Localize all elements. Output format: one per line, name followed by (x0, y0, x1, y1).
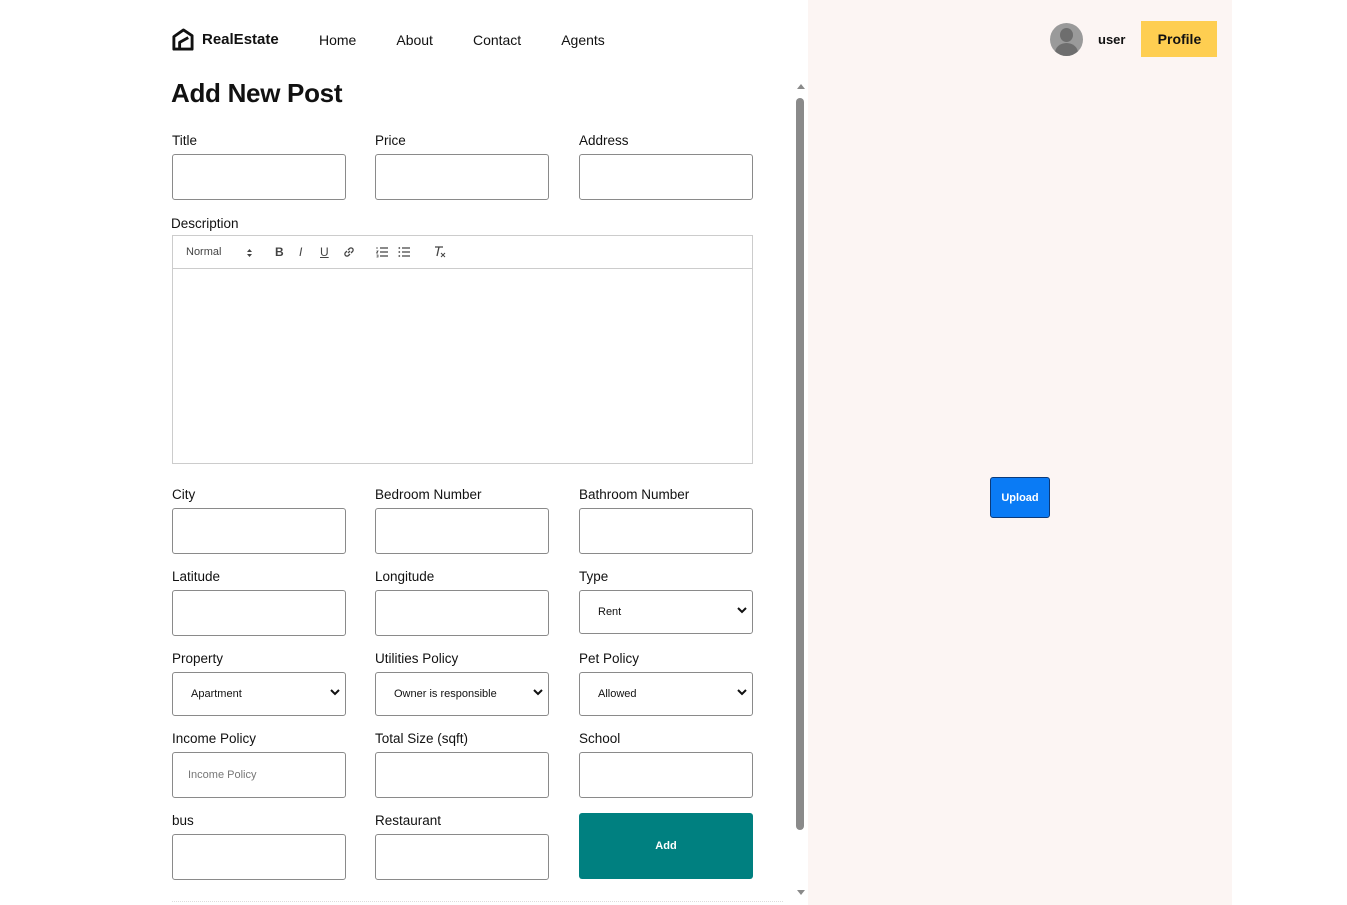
brand-logo[interactable]: RealEstate (171, 28, 279, 51)
school-field-group: School (579, 732, 753, 798)
size-label: Total Size (sqft) (375, 731, 469, 746)
nav-contact-link[interactable]: Contact (473, 32, 521, 48)
brand-name: RealEstate (202, 31, 279, 48)
nav-home-link[interactable]: Home (319, 32, 356, 48)
longitude-field-group: Longitude (375, 570, 549, 636)
size-input[interactable] (375, 752, 549, 798)
utilities-field-group: Utilities Policy Owner is responsible (375, 652, 549, 716)
income-field-group: Income Policy (172, 732, 346, 798)
description-textarea[interactable] (173, 269, 752, 463)
nav-agents-link[interactable]: Agents (561, 32, 605, 48)
scroll-thumb[interactable] (796, 98, 804, 830)
bold-button[interactable]: B (275, 245, 284, 259)
description-editor: Normal B I U (172, 235, 753, 464)
add-button[interactable]: Add (579, 813, 753, 879)
clear-format-icon[interactable] (433, 245, 446, 258)
nav-about-link[interactable]: About (396, 32, 433, 48)
bedroom-label: Bedroom Number (375, 487, 482, 502)
logo-icon (172, 28, 194, 51)
price-field-group: Price (375, 134, 549, 200)
latitude-label: Latitude (172, 569, 221, 584)
type-label: Type (579, 569, 609, 584)
address-label: Address (579, 133, 629, 148)
format-select[interactable]: Normal (186, 245, 221, 259)
pet-field-group: Pet Policy Allowed (579, 652, 753, 716)
bedroom-input[interactable] (375, 508, 549, 554)
title-label: Title (172, 133, 198, 148)
divider (172, 901, 783, 903)
bullet-list-icon[interactable] (398, 246, 411, 258)
username: user (1098, 31, 1126, 47)
title-input[interactable] (172, 154, 346, 200)
pet-select[interactable]: Allowed (579, 672, 753, 716)
size-field-group: Total Size (sqft) (375, 732, 549, 798)
image-panel (808, 0, 1232, 905)
longitude-label: Longitude (375, 569, 435, 584)
school-input[interactable] (579, 752, 753, 798)
bus-field-group: bus (172, 814, 346, 880)
ordered-list-icon[interactable] (376, 246, 389, 258)
bathroom-field-group: Bathroom Number (579, 488, 753, 554)
scroll-down-arrow-icon[interactable] (797, 890, 805, 895)
utilities-select[interactable]: Owner is responsible (375, 672, 549, 716)
address-input[interactable] (579, 154, 753, 200)
latitude-input[interactable] (172, 590, 346, 636)
avatar (1050, 22, 1083, 56)
bathroom-label: Bathroom Number (579, 487, 690, 502)
price-label: Price (375, 133, 406, 148)
property-select[interactable]: Apartment (172, 672, 346, 716)
bedroom-field-group: Bedroom Number (375, 488, 549, 554)
school-label: School (579, 731, 621, 746)
price-input[interactable] (375, 154, 549, 200)
bathroom-input[interactable] (579, 508, 753, 554)
underline-button[interactable]: U (320, 245, 329, 259)
profile-button[interactable]: Profile (1141, 21, 1218, 57)
link-icon[interactable] (343, 246, 355, 258)
city-label: City (172, 487, 196, 502)
city-input[interactable] (172, 508, 346, 554)
longitude-input[interactable] (375, 590, 549, 636)
city-field-group: City (172, 488, 346, 554)
form-scrollbar[interactable] (795, 82, 806, 897)
type-select[interactable]: Rent (579, 590, 753, 634)
title-field-group: Title (172, 134, 346, 200)
restaurant-field-group: Restaurant (375, 814, 549, 880)
type-field-group: Type Rent (579, 570, 753, 634)
utilities-label: Utilities Policy (375, 651, 459, 666)
bus-label: bus (172, 813, 194, 828)
format-select-arrows-icon (247, 249, 252, 257)
restaurant-input[interactable] (375, 834, 549, 880)
restaurant-label: Restaurant (375, 813, 442, 828)
upload-button[interactable]: Upload (990, 477, 1050, 518)
main-nav: Home About Contact Agents (319, 32, 645, 48)
scroll-up-arrow-icon[interactable] (797, 84, 805, 89)
description-label: Description (171, 216, 239, 231)
pet-label: Pet Policy (579, 651, 640, 666)
income-label: Income Policy (172, 731, 257, 746)
address-field-group: Address (579, 134, 753, 200)
page-title: Add New Post (171, 78, 343, 108)
italic-button[interactable]: I (299, 245, 302, 259)
latitude-field-group: Latitude (172, 570, 346, 636)
property-label: Property (172, 651, 224, 666)
editor-toolbar: Normal B I U (173, 236, 752, 269)
user-area: user Profile (1050, 21, 1218, 57)
income-input[interactable] (172, 752, 346, 798)
bus-input[interactable] (172, 834, 346, 880)
property-field-group: Property Apartment (172, 652, 346, 716)
